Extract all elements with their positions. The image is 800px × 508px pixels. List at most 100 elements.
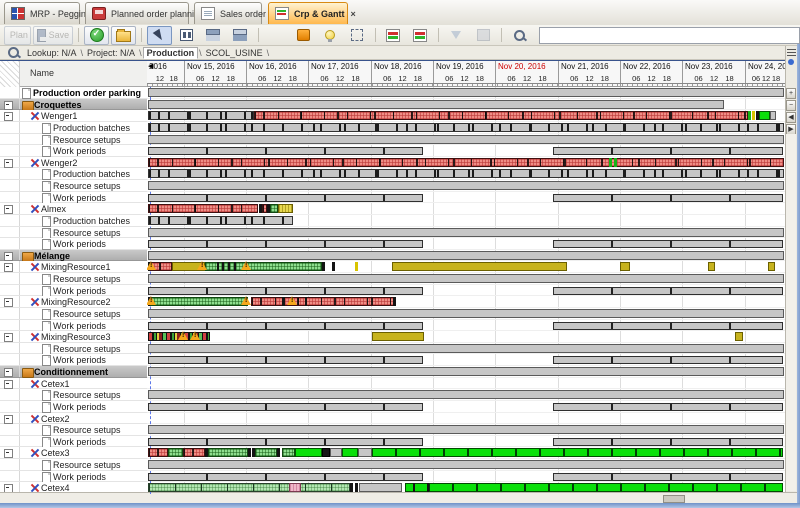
breadcrumb-scol-usine[interactable]: SCOL_USINE [203, 48, 266, 58]
gantt-bar-seg[interactable] [553, 287, 783, 295]
tree-row-croquettes[interactable]: Croquettes [0, 99, 147, 111]
gantt-bar-bgreen[interactable] [295, 448, 322, 457]
gantt-bar-ktick[interactable] [205, 448, 208, 457]
gantt-bar-seg[interactable] [553, 438, 783, 446]
gantt-bar-ktick[interactable] [332, 262, 335, 271]
tree-row-resource-setups[interactable]: Resource setups [0, 308, 147, 320]
gantt-bar-seg[interactable] [553, 322, 783, 330]
gantt-bar-pale[interactable] [148, 483, 350, 492]
gantt-bar-gtick[interactable] [609, 158, 612, 167]
breadcrumb-production[interactable]: Production [143, 47, 199, 59]
collapse-expander-icon[interactable] [4, 298, 13, 307]
gantt-bar-gtick[interactable] [748, 111, 751, 120]
gantt-bar-gray[interactable] [148, 274, 784, 283]
gantt-bar-black[interactable] [322, 448, 330, 457]
collapse-expander-icon[interactable] [4, 380, 13, 389]
pin-icon[interactable] [788, 59, 794, 65]
tree-row-resource-setups[interactable]: Resource setups [0, 134, 147, 146]
gantt-bar-ytick[interactable] [752, 111, 755, 120]
hint-button[interactable] [318, 26, 343, 45]
gantt-bar-green[interactable] [168, 448, 183, 457]
gantt-bar-ktick[interactable] [282, 297, 285, 306]
gantt-bar-ktick[interactable] [248, 448, 251, 457]
collapse-expander-icon[interactable] [4, 101, 13, 110]
timeline-scroll-left-icon[interactable]: ◀ [148, 62, 153, 70]
gantt-bar-yell[interactable] [278, 204, 293, 213]
tree-row-resource-setups[interactable]: Resource setups [0, 273, 147, 285]
tree-row-resource-setups[interactable]: Resource setups [0, 343, 147, 355]
tab-mrp-peggings[interactable]: MRP - Peggings × [4, 2, 80, 24]
tree-row-mixingresource1[interactable]: MixingResource1 [0, 261, 147, 273]
gantt-bar-seg[interactable] [148, 356, 423, 364]
gantt-bar-gray[interactable] [148, 181, 784, 190]
open-folder-button[interactable] [111, 26, 136, 45]
gantt-bar-gray[interactable] [148, 251, 784, 260]
gantt-bar-olive[interactable] [620, 262, 630, 271]
menu-icon[interactable] [787, 49, 796, 56]
gantt-bar-gtick[interactable] [614, 158, 617, 167]
tree-row-work-periods[interactable]: Work periods [0, 320, 147, 332]
gantt-bar-olive[interactable] [392, 262, 567, 271]
gantt-bar-ktick[interactable] [222, 262, 224, 271]
gantt-bar-grayT[interactable] [148, 123, 784, 132]
gantt-bar-red[interactable] [254, 111, 748, 120]
gantt-bar-gray[interactable] [359, 483, 402, 492]
gantt-bar-seg[interactable] [553, 356, 783, 364]
tree-row-resource-setups[interactable]: Resource setups [0, 424, 147, 436]
gantt-bar-gray[interactable] [330, 448, 342, 457]
gantt-bar-seg[interactable] [553, 194, 783, 202]
gantt-bar-gray[interactable] [148, 88, 784, 97]
zoom-in-button[interactable]: + [786, 88, 796, 99]
gantt-bar-seg[interactable] [553, 473, 783, 481]
gantt-bar-gray[interactable] [148, 425, 784, 434]
gantt-bar-green[interactable] [150, 297, 248, 306]
tree-row-work-periods[interactable]: Work periods [0, 401, 147, 413]
close-tab-icon[interactable]: × [351, 9, 356, 19]
gantt-bar-olive[interactable] [768, 262, 775, 271]
gantt-bar-ktick[interactable] [234, 262, 236, 271]
toolbar-search-input[interactable] [539, 27, 800, 44]
tree-row-production-order-parking[interactable]: Production order parking [0, 87, 147, 99]
tree-row-production-batches[interactable]: Production batches [0, 122, 147, 134]
tree-row-resource-setups[interactable]: Resource setups [0, 180, 147, 192]
gantt-bar-green[interactable] [255, 448, 277, 457]
tree-row-resource-setups[interactable]: Resource setups [0, 459, 147, 471]
tree-row-work-periods[interactable]: Work periods [0, 238, 147, 250]
gantt-bar-olive[interactable] [735, 332, 743, 341]
highlight-button[interactable] [291, 26, 316, 45]
gantt-bar-gray[interactable] [148, 344, 784, 353]
select-cursor-button[interactable] [147, 26, 172, 45]
zoom-button[interactable] [507, 26, 532, 45]
tree-row-wenger2[interactable]: Wenger2 [0, 157, 147, 169]
tree-row-conditionnement[interactable]: Conditionnement [0, 366, 147, 378]
collapse-expander-icon[interactable] [4, 205, 13, 214]
breadcrumb-project[interactable]: Project: N/A [84, 48, 138, 58]
gantt-bar-ytick[interactable] [355, 262, 358, 271]
zoom-out-button[interactable]: − [786, 100, 796, 111]
tree-row-work-periods[interactable]: Work periods [0, 192, 147, 204]
fit-horizontal-button[interactable] [264, 26, 289, 45]
gantt-bar-olive[interactable] [372, 332, 424, 341]
gantt-bar-ktick[interactable] [322, 262, 325, 271]
gantt-bar-grayT[interactable] [148, 111, 254, 120]
gantt-bar-seg[interactable] [148, 322, 423, 330]
gantt-bar-gray[interactable] [770, 111, 776, 120]
gantt-bar-grayT[interactable] [148, 169, 784, 178]
gantt-bar-gray[interactable] [148, 390, 784, 399]
collapse-expander-icon[interactable] [4, 415, 13, 424]
move-up-level-button[interactable] [228, 26, 253, 45]
gantt-bar-green[interactable] [270, 204, 278, 213]
tree-row-wenger1[interactable]: Wenger1 [0, 110, 147, 122]
gantt-bar-red[interactable] [148, 204, 258, 213]
collapse-expander-icon[interactable] [4, 449, 13, 458]
collapse-expander-icon[interactable] [4, 159, 13, 168]
gantt-bar-gray[interactable] [148, 228, 784, 237]
gantt-bar-bgreenS[interactable] [372, 448, 783, 457]
gantt-bar-ktick[interactable] [267, 204, 270, 213]
gantt-bar-ktick[interactable] [305, 297, 307, 306]
gantt-bar-ktick[interactable] [277, 448, 280, 457]
gantt-bar-gray[interactable] [148, 135, 784, 144]
gantt-view-2-button[interactable] [408, 26, 433, 45]
gantt-bar-gray[interactable] [148, 309, 784, 318]
gantt-bar-gray[interactable] [148, 367, 784, 376]
